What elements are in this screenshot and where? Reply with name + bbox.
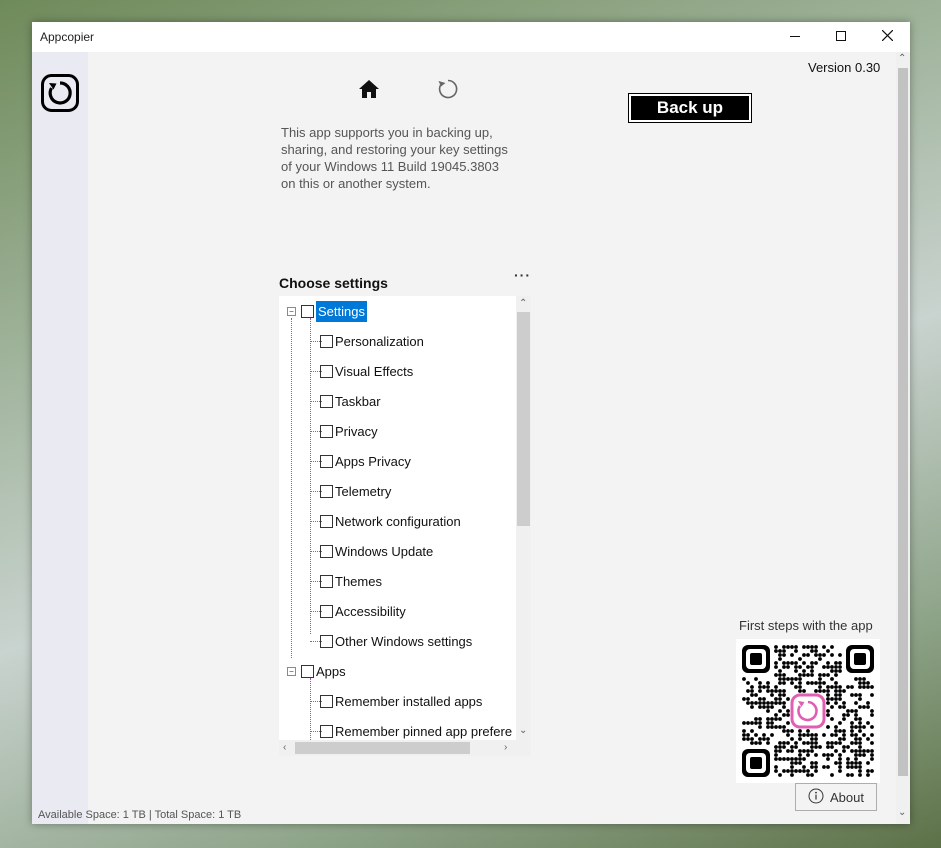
tree-item[interactable]: Taskbar — [320, 390, 381, 412]
scroll-corner — [516, 740, 531, 756]
window-scroll-thumb[interactable] — [898, 68, 908, 776]
refresh-button[interactable] — [437, 78, 459, 100]
app-window: Appcopier Version 0.30 This app supports… — [32, 22, 910, 824]
app-logo-icon — [41, 74, 79, 112]
tree-connector — [310, 401, 322, 402]
tree-item-label: Remember installed apps — [335, 693, 483, 709]
window-title: Appcopier — [40, 30, 95, 44]
tree-item[interactable]: Network configuration — [320, 510, 461, 532]
version-label: Version 0.30 — [808, 60, 881, 75]
tree-item-label: Taskbar — [335, 393, 381, 409]
more-options-button[interactable]: ··· — [514, 267, 531, 283]
close-icon — [881, 28, 893, 46]
tree-item-label: Accessibility — [335, 603, 406, 619]
collapse-icon[interactable]: − — [287, 667, 296, 676]
collapse-icon[interactable]: − — [287, 307, 296, 316]
tree-item[interactable]: Remember installed apps — [320, 690, 482, 712]
tree-item[interactable]: Accessibility — [320, 600, 406, 622]
tree-item[interactable]: Themes — [320, 570, 382, 592]
tree-item-label: Network configuration — [335, 513, 461, 529]
backup-button[interactable]: Back up — [628, 93, 752, 123]
tree-item[interactable]: Remember pinned app prefere — [320, 720, 512, 742]
tree-connector — [310, 731, 322, 732]
tree-item-label: Visual Effects — [335, 363, 414, 379]
tree-item-label: Themes — [335, 573, 382, 589]
main-content: Version 0.30 This app supports you in ba… — [32, 52, 896, 824]
about-label: About — [830, 789, 864, 805]
tree-connector — [310, 611, 322, 612]
tree-horizontal-scrollbar[interactable]: ‹ › — [279, 740, 516, 756]
tree-item-label: Settings — [316, 300, 367, 322]
settings-tree[interactable]: Settings − Personalization Visual Effects Ta… — [279, 296, 531, 756]
checkbox[interactable] — [301, 304, 314, 318]
tree-connector — [310, 551, 322, 552]
tree-hscroll-thumb[interactable] — [295, 742, 470, 754]
minimize-button[interactable] — [772, 22, 818, 52]
tree-item[interactable]: Personalization — [320, 330, 424, 352]
tree-item-label: Apps Privacy — [335, 453, 411, 469]
tree-item[interactable]: Telemetry — [320, 480, 391, 502]
close-button[interactable] — [864, 22, 910, 52]
maximize-icon — [836, 28, 846, 46]
tree-item-label: Telemetry — [335, 483, 392, 499]
about-button[interactable]: About — [795, 783, 877, 811]
tree-connector — [310, 318, 311, 634]
scroll-right-icon[interactable]: › — [504, 743, 507, 753]
tree-item-label: Remember pinned app prefere — [335, 723, 513, 739]
minimize-icon — [790, 28, 800, 46]
tree-connector — [310, 461, 322, 462]
tree-connector — [310, 491, 322, 492]
sidebar — [32, 52, 88, 824]
scroll-up-icon[interactable]: ⌃ — [519, 299, 527, 309]
tree-connector — [310, 521, 322, 522]
tree-item-label: Other Windows settings — [335, 633, 473, 649]
tree-item[interactable]: Privacy — [320, 420, 378, 442]
window-vertical-scrollbar[interactable]: ⌃ ⌄ — [896, 52, 910, 824]
refresh-icon — [437, 79, 459, 104]
tree-scroll-thumb[interactable] — [517, 312, 530, 526]
window-scroll-up-icon[interactable]: ⌃ — [898, 54, 906, 64]
tree-item[interactable]: Other Windows settings — [320, 630, 472, 652]
tree-connector — [291, 318, 292, 658]
scroll-down-icon[interactable]: ⌄ — [519, 726, 527, 736]
tree-connector — [310, 371, 322, 372]
tree-item[interactable]: Windows Update — [320, 540, 433, 562]
tree-item-label: Personalization — [335, 333, 424, 349]
tree-item-label: Windows Update — [335, 543, 434, 559]
home-icon — [358, 80, 380, 103]
tree-group[interactable]: Apps — [301, 660, 346, 682]
tree-connector — [310, 431, 322, 432]
status-bar-text: Available Space: 1 TB | Total Space: 1 T… — [38, 809, 242, 821]
checkbox[interactable] — [301, 664, 314, 678]
info-icon — [808, 788, 824, 807]
app-description: This app supports you in backing up, sha… — [281, 125, 508, 191]
tree-connector — [310, 341, 322, 342]
choose-settings-heading: Choose settings — [279, 275, 388, 291]
tree-connector — [310, 641, 322, 642]
tree-item-label: Privacy — [335, 423, 378, 439]
tree-vertical-scrollbar[interactable]: ⌃ ⌄ — [516, 296, 531, 740]
scroll-left-icon[interactable]: ‹ — [283, 743, 286, 753]
home-button[interactable] — [358, 79, 380, 99]
tree-connector — [310, 701, 322, 702]
tree-connector — [310, 581, 322, 582]
title-bar: Appcopier — [32, 22, 910, 52]
tree-item-label: Apps — [316, 663, 346, 679]
qr-code-icon[interactable] — [736, 639, 880, 783]
window-scroll-down-icon[interactable]: ⌄ — [898, 808, 906, 818]
qr-caption: First steps with the app — [739, 618, 873, 633]
tree-item[interactable]: Visual Effects — [320, 360, 413, 382]
tree-item[interactable]: Apps Privacy — [320, 450, 411, 472]
maximize-button[interactable] — [818, 22, 864, 52]
